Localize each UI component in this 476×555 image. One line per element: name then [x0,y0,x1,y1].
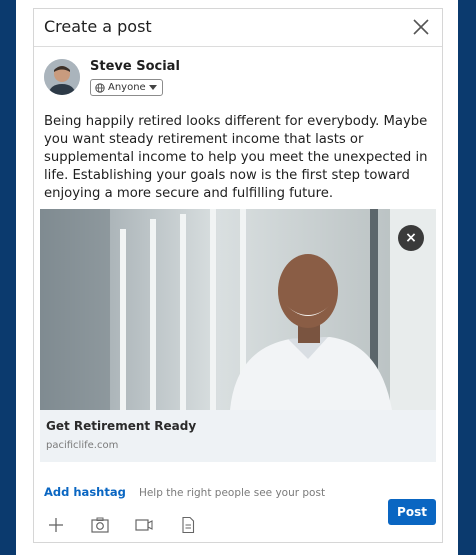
hashtag-hint: Help the right people see your post [138,487,326,499]
modal-title: Create a post [44,17,152,36]
document-icon[interactable] [176,514,200,536]
audience-selector[interactable]: Anyone [90,79,163,96]
modal-header: Create a post [34,9,442,47]
globe-icon [95,82,105,93]
link-preview[interactable]: Get Retirement Ready pacificlife.com [40,410,436,462]
audience-label: Anyone [108,82,146,93]
composer-toolbar [44,514,200,536]
add-hashtag-link[interactable]: Add hashtag [44,485,126,499]
plus-icon[interactable] [44,514,68,536]
remove-image-button[interactable]: × [398,225,424,251]
video-icon[interactable] [132,514,156,536]
post-button[interactable]: Post [388,499,436,525]
post-text[interactable]: Being happily retired looks different fo… [44,113,436,203]
attached-image: × [40,209,436,410]
office-photo [40,209,436,410]
caret-down-icon [148,84,157,90]
create-post-modal: Create a post Steve Social Anyone Being … [33,8,443,543]
hashtag-row: Add hashtag Help the right people see yo… [44,481,434,499]
link-preview-domain: pacificlife.com [46,440,119,451]
camera-icon[interactable] [88,514,112,536]
link-preview-title: Get Retirement Ready [46,419,197,433]
avatar [44,59,80,95]
close-icon[interactable] [408,14,434,40]
post-author: Steve Social Anyone [44,59,344,99]
author-name: Steve Social [90,59,180,74]
